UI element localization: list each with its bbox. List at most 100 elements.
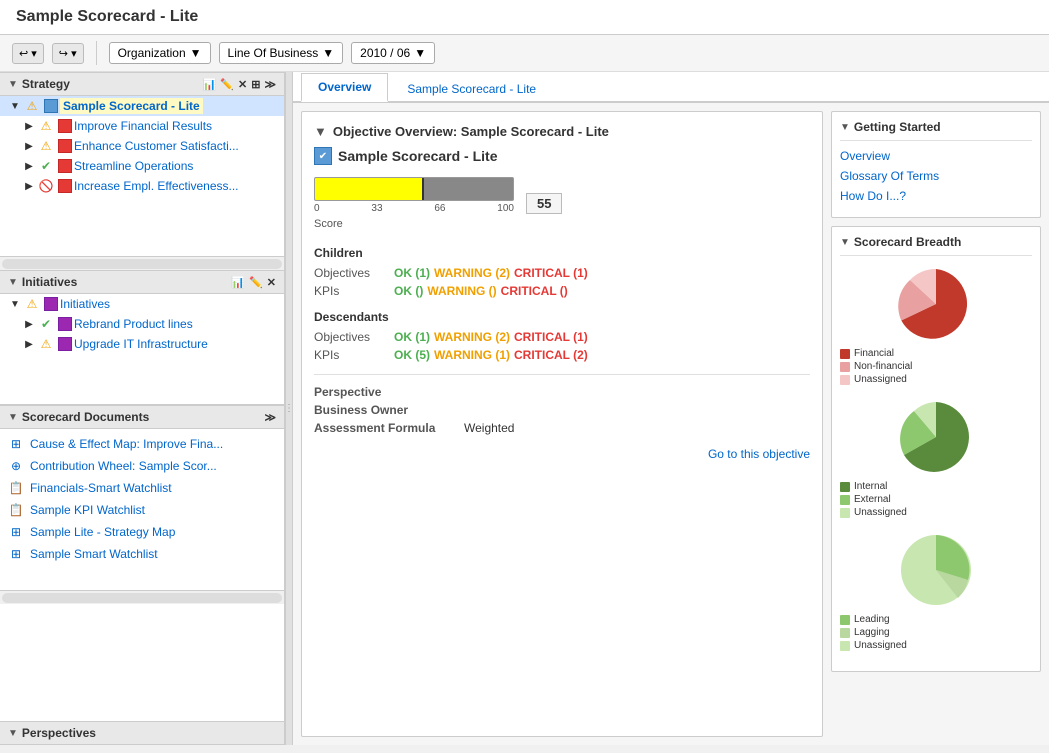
meta-assessment-label: Assessment Formula <box>314 421 464 435</box>
doc-label: Cause & Effect Map: Improve Fina... <box>30 437 223 451</box>
strategy-expand-icon[interactable]: ≫ <box>264 78 276 91</box>
cause-effect-icon: ⊞ <box>8 436 24 452</box>
tree-toggle[interactable]: ▶ <box>22 339 36 350</box>
desc-obj-warning: WARNING (2) <box>434 330 510 344</box>
doc-item-cause-effect[interactable]: ⊞ Cause & Effect Map: Improve Fina... <box>0 433 284 455</box>
ok-icon: ✔ <box>38 316 54 332</box>
tree-toggle[interactable]: ▶ <box>22 319 36 330</box>
goto-link[interactable]: Go to this objective <box>314 447 810 461</box>
tree-label[interactable]: Improve Financial Results <box>74 119 212 133</box>
doc-label: Sample Lite - Strategy Map <box>30 525 175 539</box>
init-icon <box>58 337 72 351</box>
init-chart-icon[interactable]: 📊 <box>231 276 245 289</box>
obj-icon: ✔ <box>314 147 332 165</box>
tree-label[interactable]: Upgrade IT Infrastructure <box>74 337 208 351</box>
score-bar-container: 0 33 66 100 <box>314 177 514 214</box>
tree-item-financial[interactable]: ▶ ⚠ Improve Financial Results <box>0 116 284 136</box>
descendants-kpis-row: KPIs OK (5) WARNING (1) CRITICAL (2) <box>314 348 810 362</box>
tree-label[interactable]: Increase Empl. Effectiveness... <box>74 179 239 193</box>
desc-kpi-label: KPIs <box>314 348 394 362</box>
strategy-edit-icon[interactable]: ✏️ <box>220 78 234 91</box>
warning-icon: ⚠ <box>38 336 54 352</box>
ok-icon: ✔ <box>38 158 54 174</box>
scorecard-icon <box>44 99 58 113</box>
obj-critical: CRITICAL (1) <box>514 266 588 280</box>
scorecard-docs-section: ▼ Scorecard Documents ≫ ⊞ Cause & Effect… <box>0 404 284 604</box>
strategy-collapse-icon[interactable]: ▼ <box>8 79 18 90</box>
children-title: Children <box>314 246 810 260</box>
init-icon <box>44 297 58 311</box>
descendants-objectives-row: Objectives OK (1) WARNING (2) CRITICAL (… <box>314 330 810 344</box>
docs-expand-icon[interactable]: ≫ <box>264 411 276 424</box>
doc-item-financials[interactable]: 📋 Financials-Smart Watchlist <box>0 477 284 499</box>
tree-item-upgrade[interactable]: ▶ ⚠ Upgrade IT Infrastructure <box>0 334 284 354</box>
docs-section-header: ▼ Scorecard Documents ≫ <box>0 405 284 429</box>
getting-started-card: ▼ Getting Started Overview Glossary Of T… <box>831 111 1041 218</box>
undo-button[interactable]: ↩ ▾ <box>12 43 44 64</box>
tabs-bar: Overview Sample Scorecard - Lite <box>293 72 1049 103</box>
docs-collapse-icon[interactable]: ▼ <box>8 412 18 423</box>
obj-ok: OK (1) <box>394 266 430 280</box>
doc-item-kpi-watchlist[interactable]: 📋 Sample KPI Watchlist <box>0 499 284 521</box>
financial-legend: Financial Non-financial Unassigned <box>840 348 1032 385</box>
tree-item-rebrand[interactable]: ▶ ✔ Rebrand Product lines <box>0 314 284 334</box>
doc-item-contribution[interactable]: ⊕ Contribution Wheel: Sample Scor... <box>0 455 284 477</box>
meta-owner-label: Business Owner <box>314 403 464 417</box>
initiatives-collapse-icon[interactable]: ▼ <box>8 277 18 288</box>
tree-label[interactable]: Enhance Customer Satisfacti... <box>74 139 239 153</box>
tab-scorecard[interactable]: Sample Scorecard - Lite <box>390 75 553 102</box>
desc-kpi-warning: WARNING (1) <box>434 348 510 362</box>
doc-item-smart-watchlist[interactable]: ⊞ Sample Smart Watchlist <box>0 543 284 565</box>
score-badge: 55 <box>526 193 562 214</box>
tree-toggle[interactable]: ▶ <box>22 141 36 152</box>
tree-toggle[interactable]: ▼ <box>8 101 22 112</box>
score-bar-dark <box>424 178 513 200</box>
init-edit-icon[interactable]: ✏️ <box>249 276 263 289</box>
strategy-close-icon[interactable]: ✕ <box>238 78 247 91</box>
getting-started-glossary-link[interactable]: Glossary Of Terms <box>840 169 1032 183</box>
financials-icon: 📋 <box>8 480 24 496</box>
doc-item-strategy-map[interactable]: ⊞ Sample Lite - Strategy Map <box>0 521 284 543</box>
org-dropdown[interactable]: Organization ▼ <box>109 42 211 64</box>
tree-item-operations[interactable]: ▶ ✔ Streamline Operations <box>0 156 284 176</box>
tree-item-init-root[interactable]: ▼ ⚠ Initiatives <box>0 294 284 314</box>
docs-scrollbar[interactable] <box>0 590 284 604</box>
strategy-chart-icon[interactable]: 📊 <box>203 78 217 91</box>
scorecard-breadth-title: ▼ Scorecard Breadth <box>840 235 1032 256</box>
tree-toggle[interactable]: ▶ <box>22 181 36 192</box>
obj-icon <box>58 139 72 153</box>
period-dropdown[interactable]: 2010 / 06 ▼ <box>351 42 435 64</box>
initiatives-label: Initiatives <box>22 275 77 289</box>
pie-financial: Financial Non-financial Unassigned <box>840 264 1032 385</box>
perspectives-collapse-icon[interactable]: ▼ <box>8 728 18 739</box>
children-objectives-row: Objectives OK (1) WARNING (2) CRITICAL (… <box>314 266 810 280</box>
tree-label[interactable]: Initiatives <box>60 297 110 311</box>
tree-label[interactable]: Sample Scorecard - Lite <box>60 98 203 114</box>
meta-perspective-label: Perspective <box>314 385 464 399</box>
tree-toggle[interactable]: ▶ <box>22 121 36 132</box>
tree-item-scorecard[interactable]: ▼ ⚠ Sample Scorecard - Lite <box>0 96 284 116</box>
tree-label[interactable]: Streamline Operations <box>74 159 193 173</box>
descendants-section: Descendants Objectives OK (1) WARNING (2… <box>314 310 810 362</box>
tree-item-customer[interactable]: ▶ ⚠ Enhance Customer Satisfacti... <box>0 136 284 156</box>
tree-item-employee[interactable]: ▶ 🚫 Increase Empl. Effectiveness... <box>0 176 284 196</box>
divider <box>314 374 810 375</box>
kpi-icon: 📋 <box>8 502 24 518</box>
obj-title: ✔ Sample Scorecard - Lite <box>314 147 810 165</box>
tree-toggle[interactable]: ▶ <box>22 161 36 172</box>
strategy-label: Strategy <box>22 77 70 91</box>
getting-started-howdoi-link[interactable]: How Do I...? <box>840 189 1032 203</box>
children-kpis-row: KPIs OK () WARNING () CRITICAL () <box>314 284 810 298</box>
strategy-scrollbar[interactable] <box>0 256 284 270</box>
resize-handle[interactable]: ⋮ <box>285 72 293 745</box>
getting-started-overview-link[interactable]: Overview <box>840 149 1032 163</box>
toolbar: ↩ ▾ ↪ ▾ Organization ▼ Line Of Business … <box>0 35 1049 72</box>
tab-overview[interactable]: Overview <box>301 73 388 102</box>
tree-label[interactable]: Rebrand Product lines <box>74 317 193 331</box>
tree-toggle[interactable]: ▼ <box>8 299 22 310</box>
meta-assessment: Assessment Formula Weighted <box>314 421 810 435</box>
lob-dropdown[interactable]: Line Of Business ▼ <box>219 42 344 64</box>
strategy-tree-icon[interactable]: ⊞ <box>251 78 260 91</box>
init-close-icon[interactable]: ✕ <box>267 276 276 289</box>
redo-button[interactable]: ↪ ▾ <box>52 43 84 64</box>
